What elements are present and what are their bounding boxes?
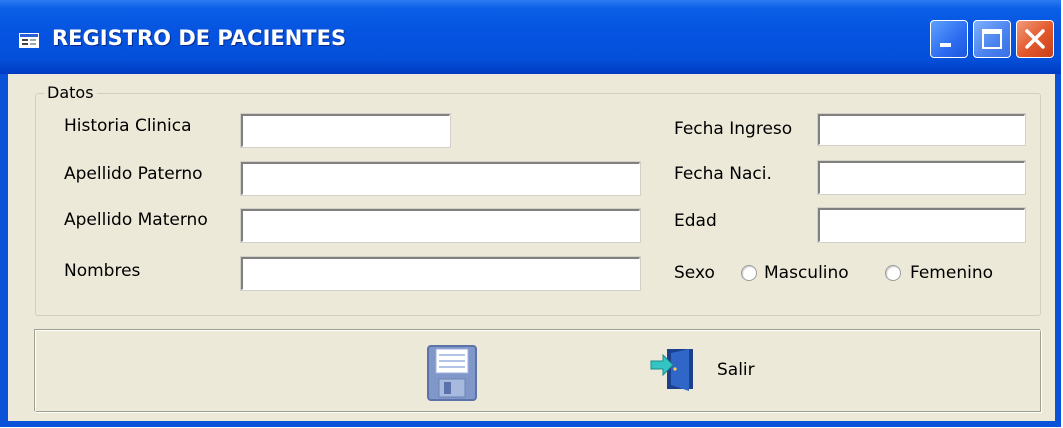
close-button[interactable] [1016,20,1054,58]
fecha-naci-input[interactable] [817,160,1026,195]
minimize-button[interactable] [930,20,968,58]
salir-label[interactable]: Salir [717,360,755,380]
fecha-ingreso-label: Fecha Ingreso [674,119,793,139]
historia-clinica-input[interactable] [240,113,451,148]
floppy-disk-icon[interactable] [427,345,477,401]
main-window: REGISTRO DE PACIENTES Datos Historia Cli… [0,0,1061,427]
form-client-area: Datos Historia Clinica Apellido Paterno … [8,74,1055,421]
femenino-label[interactable]: Femenino [910,263,993,283]
apellido-materno-input[interactable] [240,208,641,243]
fecha-naci-label: Fecha Naci. [674,164,772,184]
edad-label: Edad [674,211,717,231]
maximize-button[interactable] [973,20,1011,58]
apellido-paterno-input[interactable] [240,161,641,196]
edad-input[interactable] [817,207,1026,243]
masculino-label[interactable]: Masculino [764,263,849,283]
minimize-icon [940,43,951,47]
action-bar: Salir [35,330,1041,412]
apellido-paterno-label: Apellido Paterno [64,164,203,184]
close-icon [1025,29,1045,49]
sexo-label: Sexo [674,263,715,283]
exit-door-icon[interactable] [649,347,697,391]
apellido-materno-label: Apellido Materno [64,210,208,230]
nombres-label: Nombres [64,261,141,281]
window-title: REGISTRO DE PACIENTES [52,26,347,50]
maximize-icon [982,29,1002,49]
nombres-input[interactable] [240,256,641,291]
datos-legend: Datos [44,83,97,102]
title-bar[interactable]: REGISTRO DE PACIENTES [0,0,1061,74]
historia-clinica-label: Historia Clinica [64,116,192,136]
fecha-ingreso-input[interactable] [817,113,1026,146]
radio-masculino[interactable] [741,265,757,281]
form-icon [19,33,39,48]
radio-femenino[interactable] [885,265,901,281]
